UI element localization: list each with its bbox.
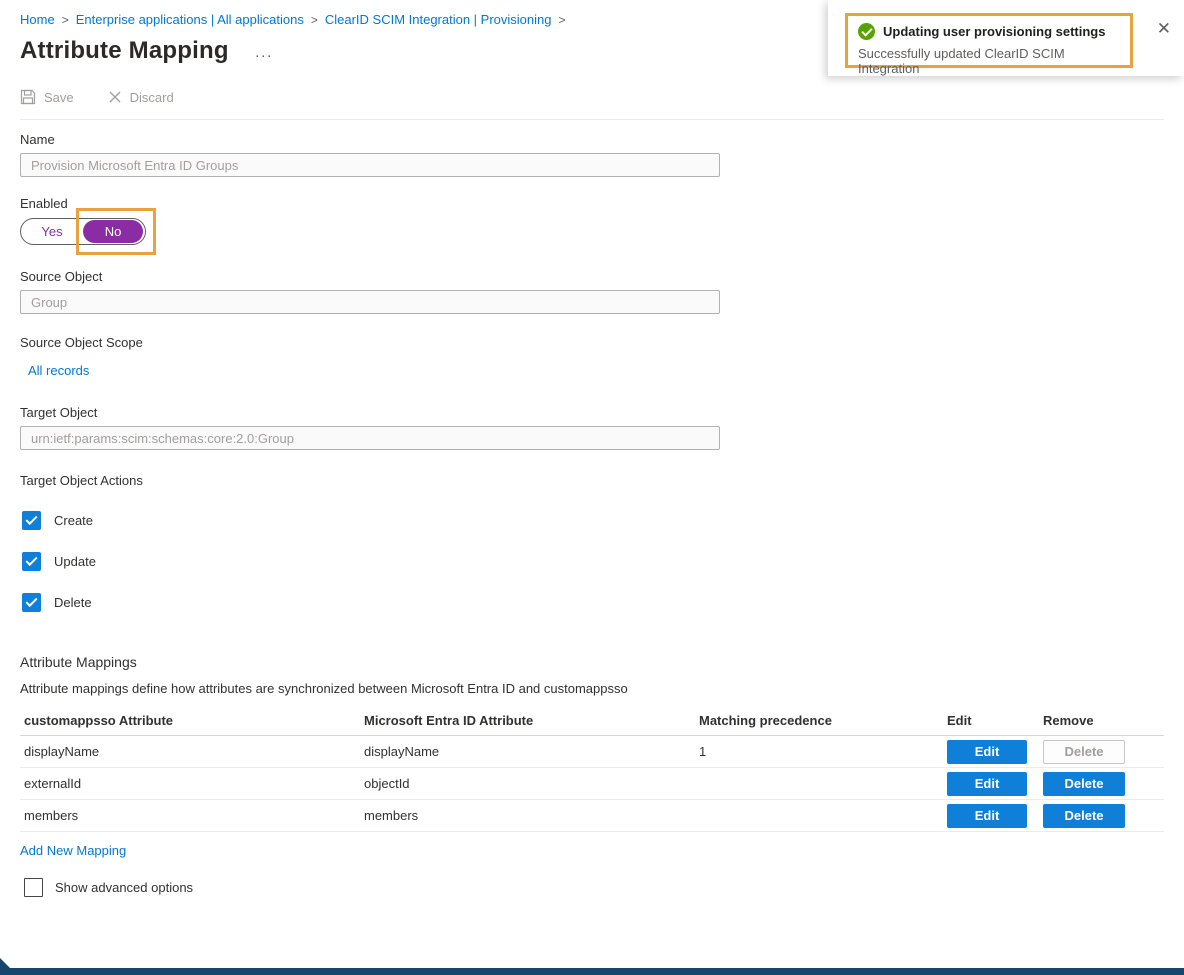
discard-button[interactable]: Discard	[108, 90, 174, 105]
col-header-edit: Edit	[947, 713, 1043, 728]
matching-precedence-cell: 1	[699, 744, 947, 759]
name-input[interactable]: Provision Microsoft Entra ID Groups	[20, 153, 720, 177]
attribute-mappings-table: customappsso Attribute Microsoft Entra I…	[20, 706, 1164, 832]
app-attribute-cell: members	[20, 808, 364, 823]
notification-toast: Updating user provisioning settings Succ…	[828, 0, 1184, 76]
delete-checkbox-label: Delete	[54, 595, 92, 610]
create-checkbox[interactable]	[22, 511, 41, 530]
name-label: Name	[20, 132, 1184, 147]
source-object-field-group: Source Object Group	[20, 269, 1184, 314]
source-object-scope-group: Source Object Scope All records	[20, 335, 1184, 380]
success-check-icon	[858, 23, 875, 40]
save-icon	[20, 89, 36, 105]
page-title: Attribute Mapping	[20, 37, 229, 65]
highlight-annotation-box: Updating user provisioning settings Succ…	[845, 13, 1133, 68]
enabled-toggle-pill: Yes No	[20, 218, 146, 245]
entra-attribute-cell: members	[364, 808, 699, 823]
enabled-field-group: Enabled Yes No	[20, 196, 1184, 246]
source-object-input[interactable]: Group	[20, 290, 720, 314]
enabled-toggle-yes[interactable]: Yes	[21, 224, 83, 239]
target-object-field-group: Target Object urn:ietf:params:scim:schem…	[20, 405, 1184, 450]
add-new-mapping-link[interactable]: Add New Mapping	[20, 843, 126, 858]
attribute-mappings-heading: Attribute Mappings	[20, 654, 1184, 670]
attribute-mappings-description: Attribute mappings define how attributes…	[20, 681, 1184, 696]
name-field-group: Name Provision Microsoft Entra ID Groups	[20, 132, 1184, 177]
target-object-actions-group: Target Object Actions Create Update Dele…	[20, 473, 1184, 612]
show-advanced-options-checkbox[interactable]	[24, 878, 43, 897]
toolbar: Save Discard	[20, 89, 1164, 120]
delete-mapping-button[interactable]: Delete	[1043, 804, 1125, 828]
discard-button-label: Discard	[130, 90, 174, 105]
all-records-link[interactable]: All records	[28, 363, 89, 378]
entra-attribute-cell: displayName	[364, 744, 699, 759]
chevron-right-icon: >	[62, 13, 69, 27]
delete-mapping-button[interactable]: Delete	[1043, 772, 1125, 796]
delete-checkbox[interactable]	[22, 593, 41, 612]
col-header-remove: Remove	[1043, 713, 1164, 728]
table-row: externalId objectId Edit Delete	[20, 768, 1164, 800]
app-attribute-cell: externalId	[20, 776, 364, 791]
table-header-row: customappsso Attribute Microsoft Entra I…	[20, 706, 1164, 736]
create-action-row: Create	[20, 511, 1184, 530]
show-advanced-options-label: Show advanced options	[55, 880, 193, 895]
table-row: displayName displayName 1 Edit Delete	[20, 736, 1164, 768]
save-button[interactable]: Save	[20, 89, 74, 105]
more-menu-icon[interactable]: ···	[255, 39, 273, 64]
col-header-matching-precedence: Matching precedence	[699, 713, 947, 728]
save-button-label: Save	[44, 90, 74, 105]
col-header-entra-attribute: Microsoft Entra ID Attribute	[364, 713, 699, 728]
target-object-actions-label: Target Object Actions	[20, 473, 1184, 488]
delete-action-row: Delete	[20, 593, 1184, 612]
create-checkbox-label: Create	[54, 513, 93, 528]
breadcrumb-enterprise-applications[interactable]: Enterprise applications | All applicatio…	[76, 12, 304, 27]
update-checkbox[interactable]	[22, 552, 41, 571]
col-header-app-attribute: customappsso Attribute	[20, 713, 364, 728]
toast-message: Successfully updated ClearID SCIM Integr…	[858, 46, 1120, 76]
source-object-scope-label: Source Object Scope	[20, 335, 1184, 350]
edit-mapping-button[interactable]: Edit	[947, 804, 1027, 828]
enabled-toggle: Yes No	[20, 218, 170, 246]
footer-bar	[0, 968, 1184, 975]
enabled-label: Enabled	[20, 196, 1184, 211]
app-attribute-cell: displayName	[20, 744, 364, 759]
edit-mapping-button[interactable]: Edit	[947, 772, 1027, 796]
chevron-right-icon: >	[558, 13, 565, 27]
breadcrumb-clearid-scim-provisioning[interactable]: ClearID SCIM Integration | Provisioning	[325, 12, 552, 27]
enabled-toggle-no[interactable]: No	[83, 220, 143, 243]
toast-title: Updating user provisioning settings	[883, 24, 1105, 39]
update-action-row: Update	[20, 552, 1184, 571]
target-object-label: Target Object	[20, 405, 1184, 420]
close-icon[interactable]: ✕	[1157, 20, 1171, 37]
update-checkbox-label: Update	[54, 554, 96, 569]
delete-mapping-button: Delete	[1043, 740, 1125, 764]
breadcrumb-home[interactable]: Home	[20, 12, 55, 27]
chevron-right-icon: >	[311, 13, 318, 27]
source-object-label: Source Object	[20, 269, 1184, 284]
toast-title-row: Updating user provisioning settings	[858, 23, 1120, 40]
footer-wedge	[0, 958, 10, 968]
edit-mapping-button[interactable]: Edit	[947, 740, 1027, 764]
entra-attribute-cell: objectId	[364, 776, 699, 791]
table-row: members members Edit Delete	[20, 800, 1164, 832]
advanced-options-row: Show advanced options	[22, 878, 1184, 897]
target-object-input[interactable]: urn:ietf:params:scim:schemas:core:2.0:Gr…	[20, 426, 720, 450]
attribute-mapping-page: Home > Enterprise applications | All app…	[0, 0, 1184, 975]
form-content: Name Provision Microsoft Entra ID Groups…	[0, 132, 1184, 696]
discard-x-icon	[108, 90, 122, 104]
